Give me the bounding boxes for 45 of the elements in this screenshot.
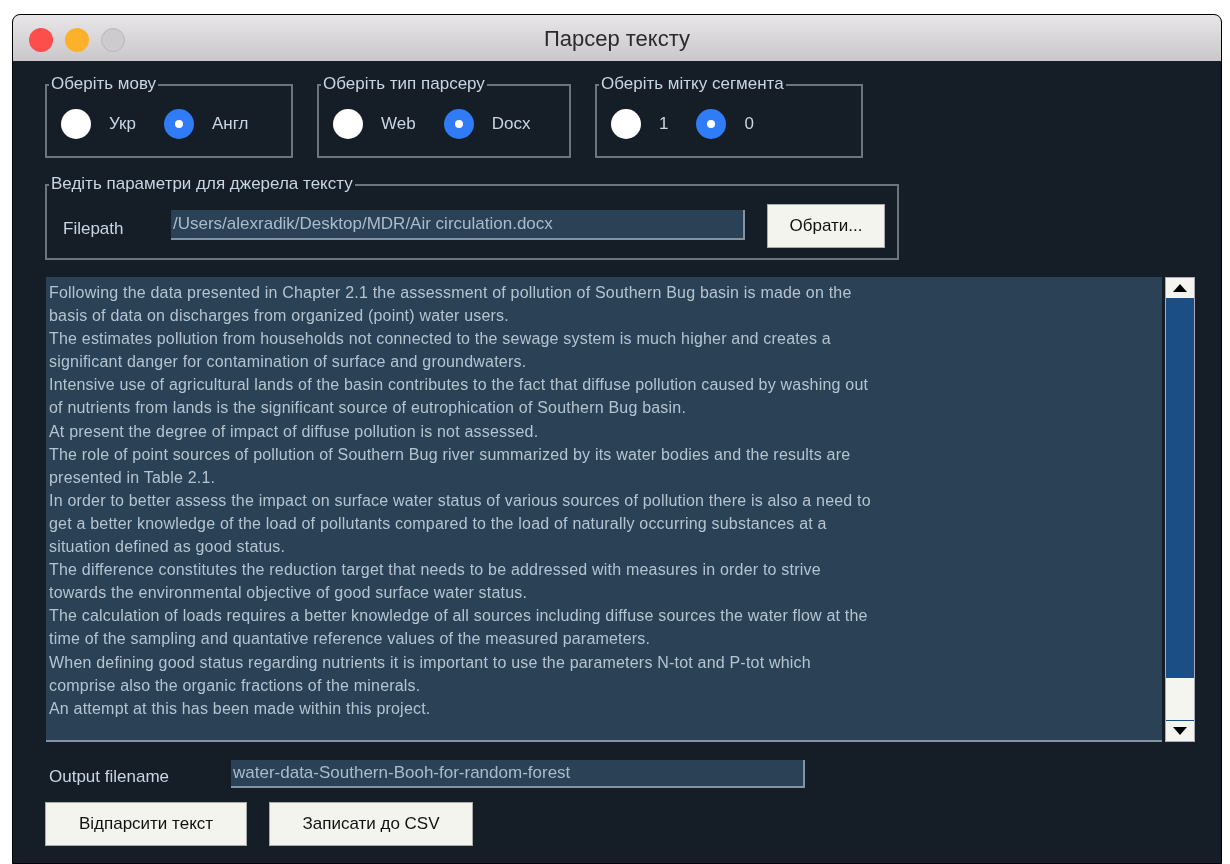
text-line: Intensive use of agricultural lands of the basin contributes to the fact that diffuse pollution caused by washing out bbox=[49, 375, 869, 396]
text-area[interactable] bbox=[46, 277, 1162, 742]
text-line: significant danger for contamination of surface and groundwaters. bbox=[49, 352, 527, 373]
text-line: An attempt at this has been made within this project. bbox=[49, 698, 431, 719]
radio-button[interactable] bbox=[696, 109, 727, 139]
text-line: The difference constitutes the reduction target that needs to be addressed with measures in order to strive bbox=[49, 560, 821, 581]
text-line: At present the degree of impact of diffuse pollution is not assessed. bbox=[49, 421, 539, 442]
output-filename-field[interactable]: water-data-Southern-Booh-for-random-forest bbox=[231, 760, 805, 788]
radio-button[interactable] bbox=[611, 109, 641, 139]
scrollbar[interactable] bbox=[1165, 277, 1195, 742]
radio-button[interactable] bbox=[163, 109, 194, 139]
group-legend: Оберіть мітку сегмента bbox=[599, 73, 786, 95]
radio-label[interactable]: 0 bbox=[744, 111, 754, 137]
action-button[interactable]: Записати до CSV bbox=[269, 802, 473, 846]
field-label: Filepath bbox=[63, 218, 124, 240]
text-line: The estimates pollution from households not connected to the sewage system is much higher and creates a bbox=[49, 329, 831, 350]
radio-button[interactable] bbox=[61, 109, 91, 139]
text-line: of nutrients from lands is the significant source of eutrophication of Southern Bug basin. bbox=[49, 398, 687, 419]
text-line: Following the data presented in Chapter 2.1 the assessment of pollution of Southern Bug basin is made on the bbox=[49, 283, 852, 303]
text-line: get a better knowledge of the load of pollutants compared to the load of naturally occurring substances at a bbox=[49, 513, 827, 534]
field-label: Output filename bbox=[49, 766, 169, 788]
radio-label[interactable]: Web bbox=[381, 111, 416, 137]
radio-label[interactable]: Англ bbox=[211, 111, 249, 137]
text-line: When defining good status regarding nutrients it is important to use the parameters N-tot and P-tot which bbox=[49, 652, 811, 673]
radio-button[interactable] bbox=[333, 109, 363, 139]
browse-button[interactable]: Обрати... bbox=[767, 204, 885, 248]
text-line: In order to better assess the impact on surface water status of various sources of pollution there is also a need to bbox=[49, 490, 871, 511]
text-line: The calculation of loads requires a better knowledge of all sources including diffuse sources the water flow at the bbox=[49, 606, 868, 627]
group-legend: Оберіть тип парсеру bbox=[321, 73, 487, 95]
radio-label[interactable]: 1 bbox=[659, 111, 669, 137]
window-title: Парсер тексту bbox=[543, 24, 691, 53]
filepath-field[interactable]: /Users/alexradik/Desktop/MDR/Air circulation.docx bbox=[171, 210, 745, 240]
action-button[interactable]: Відпарсити текст bbox=[45, 802, 247, 846]
text-line: time of the sampling and quantative reference values of the measured parameters. bbox=[49, 629, 651, 650]
group-legend: Оберіть мову bbox=[49, 73, 159, 95]
text-line: The role of point sources of pollution of Southern Bug river summarized by its water bodies and the results are bbox=[49, 444, 851, 465]
radio-label[interactable]: Docx bbox=[491, 111, 531, 137]
text-line: situation defined as good status. bbox=[49, 537, 286, 558]
text-line: presented in Table 2.1. bbox=[49, 467, 216, 488]
text-line: basis of data on discharges from organized (point) water users. bbox=[49, 306, 509, 327]
text-line: towards the environmental objective of good surface water status. bbox=[49, 583, 528, 604]
radio-button[interactable] bbox=[443, 109, 474, 139]
text-line: comprise also the organic fractions of the minerals. bbox=[49, 675, 421, 696]
radio-label[interactable]: Укр bbox=[109, 111, 136, 137]
scroll-thumb[interactable] bbox=[1166, 678, 1194, 720]
